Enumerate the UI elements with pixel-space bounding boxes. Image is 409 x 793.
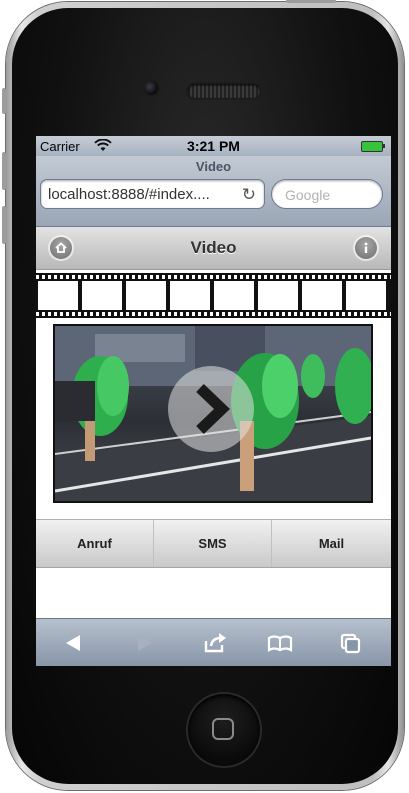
clock: 3:21 PM	[187, 138, 240, 154]
film-frame	[38, 281, 78, 310]
app-header: Video	[36, 227, 391, 270]
film-frame	[346, 281, 386, 310]
back-arrow-icon[interactable]	[58, 629, 88, 657]
film-strip	[36, 273, 391, 318]
info-button[interactable]	[355, 237, 377, 259]
tab-sms[interactable]: SMS	[154, 520, 271, 567]
action-tab-bar: Anruf SMS Mail	[36, 519, 391, 568]
forward-arrow-icon	[130, 629, 160, 657]
volume-down-button	[2, 206, 6, 244]
film-frame	[302, 281, 342, 310]
page-title: Video	[190, 238, 237, 257]
tab-mail[interactable]: Mail	[272, 520, 391, 567]
film-holes-top	[36, 275, 391, 279]
info-icon	[364, 242, 368, 253]
status-bar: Carrier 3:21 PM	[36, 136, 391, 156]
earpiece-speaker	[188, 84, 260, 98]
film-frame	[170, 281, 210, 310]
film-holes-bottom	[36, 312, 391, 316]
share-icon[interactable]	[200, 629, 230, 657]
play-button[interactable]	[168, 366, 254, 452]
film-frame	[126, 281, 166, 310]
search-placeholder: Google	[285, 187, 331, 203]
power-button	[286, 0, 336, 3]
home-square-icon	[212, 718, 234, 740]
mute-switch	[2, 88, 6, 114]
home-button[interactable]	[188, 694, 260, 766]
url-text: localhost:8888/#index....	[48, 186, 210, 203]
search-field[interactable]: Google	[271, 179, 383, 209]
browser-toolbar	[36, 618, 391, 666]
browser-page-title: Video	[195, 159, 232, 174]
screen: Carrier 3:21 PM Video localhost:8888/#in…	[36, 136, 391, 666]
url-field[interactable]: localhost:8888/#index.... ↻	[40, 179, 265, 209]
front-camera	[144, 81, 158, 95]
film-frame	[214, 281, 254, 310]
film-frame	[82, 281, 122, 310]
film-frame	[258, 281, 298, 310]
tab-anruf[interactable]: Anruf	[36, 520, 153, 567]
browser-address-bar: Video localhost:8888/#index.... ↻ Google	[36, 156, 391, 227]
pages-icon[interactable]	[336, 629, 366, 657]
battery-icon	[361, 141, 385, 152]
chevron-right-icon	[196, 384, 230, 434]
video-thumbnail	[55, 326, 371, 501]
volume-up-button	[2, 152, 6, 190]
video-player[interactable]	[53, 324, 373, 503]
reload-icon[interactable]: ↻	[242, 185, 256, 205]
bookmarks-icon[interactable]	[265, 629, 295, 657]
